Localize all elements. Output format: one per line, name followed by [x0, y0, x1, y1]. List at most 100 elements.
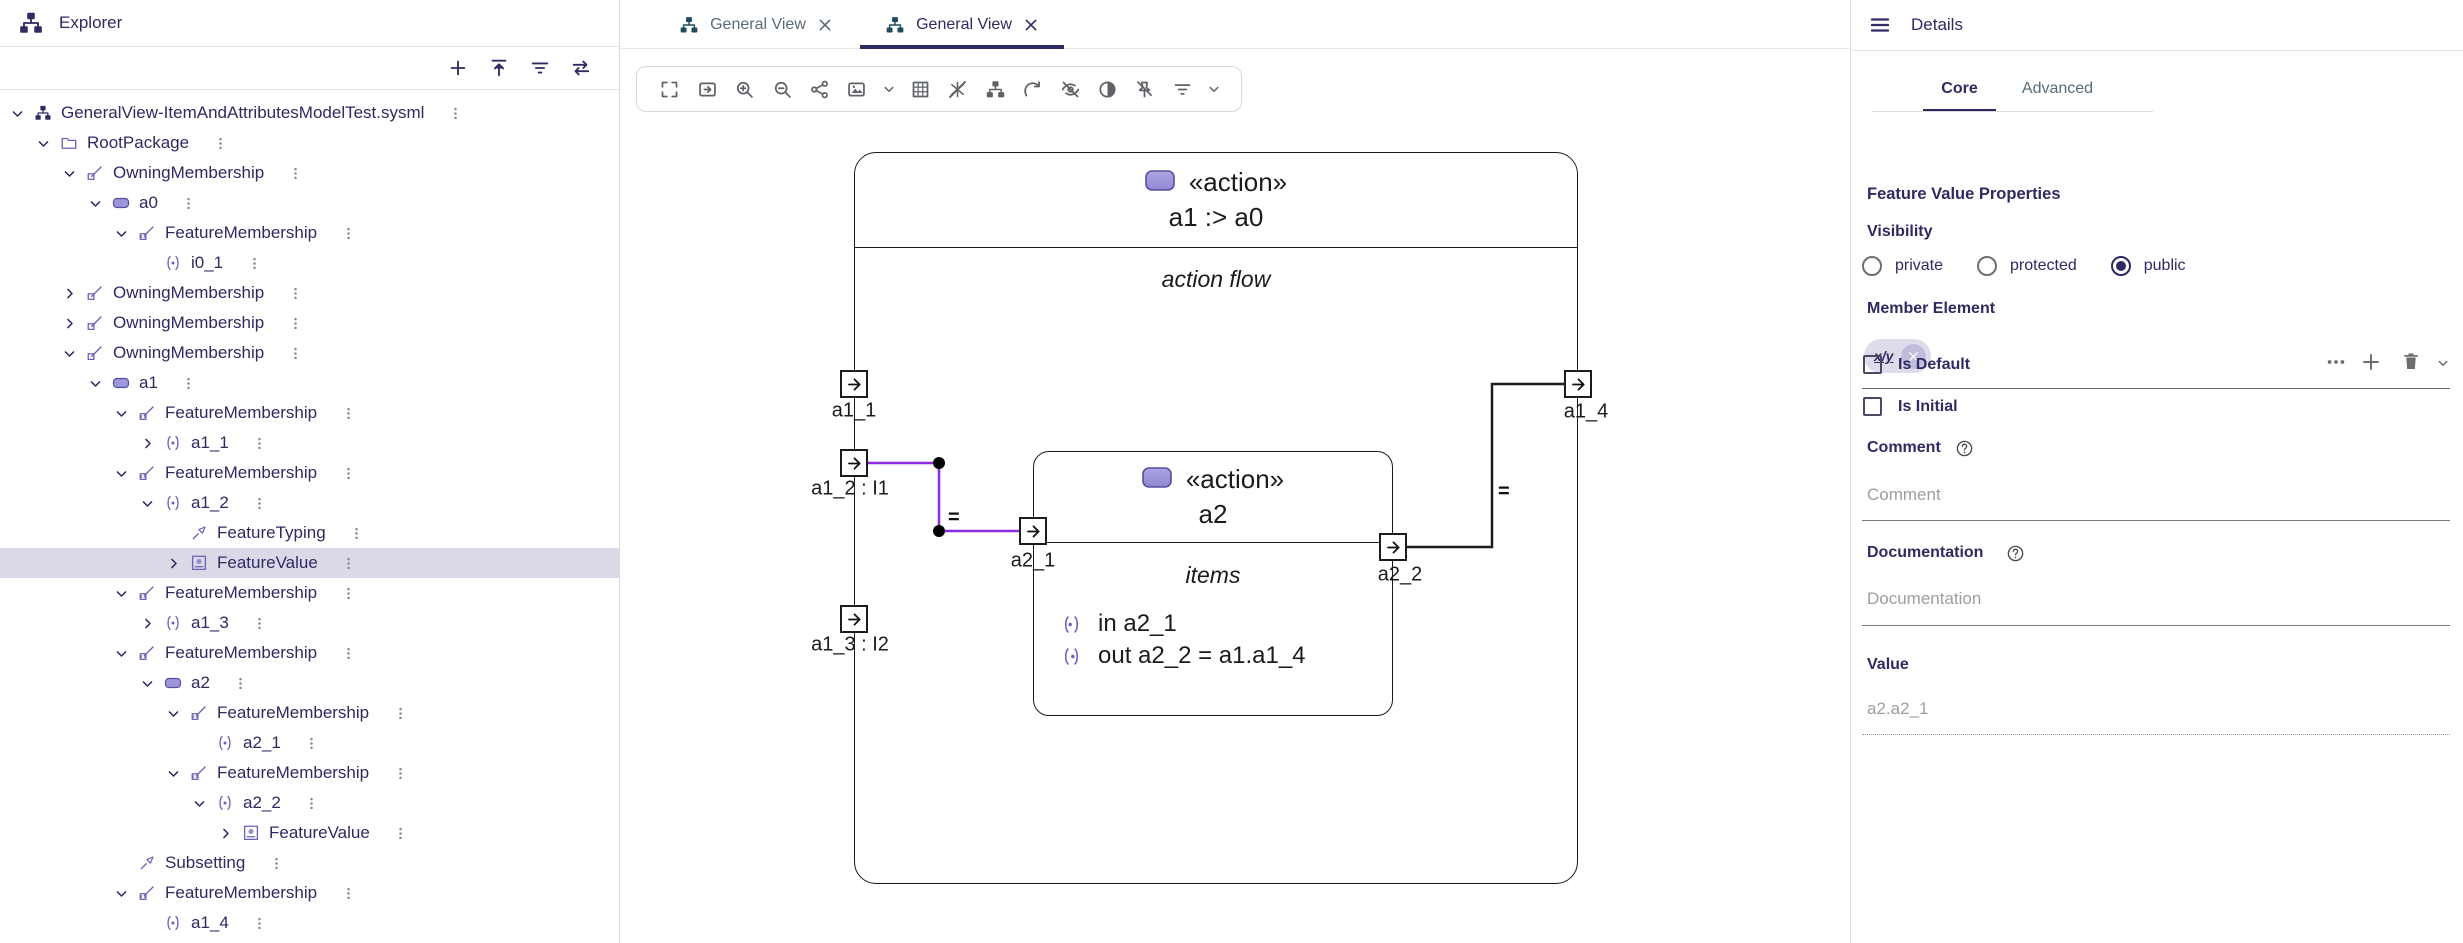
documentation-input[interactable]: Documentation	[1867, 589, 1981, 609]
item-menu-kebab-icon[interactable]	[339, 646, 357, 661]
tree-item-owningmembership[interactable]: OwningMembership	[0, 278, 619, 308]
port-a1_4[interactable]	[1564, 370, 1592, 398]
zoom-in-button[interactable]	[726, 69, 763, 109]
hide-elements-button[interactable]	[1051, 69, 1088, 109]
chevron-down-icon[interactable]	[108, 580, 134, 606]
port-a2_1[interactable]	[1019, 517, 1047, 545]
chevron-right-icon[interactable]	[56, 280, 82, 306]
chevron-down-icon[interactable]	[134, 490, 160, 516]
item-menu-kebab-icon[interactable]	[286, 286, 304, 301]
toggle-grid-button[interactable]	[902, 69, 939, 109]
action-node-a1-header[interactable]: «action» a1 :> a0	[855, 153, 1577, 248]
tree-item-owningmembership[interactable]: OwningMembership	[0, 338, 619, 368]
filter-elements-button[interactable]	[1164, 69, 1201, 109]
item-menu-kebab-icon[interactable]	[286, 346, 304, 361]
radio-public[interactable]	[2111, 256, 2131, 276]
item-menu-kebab-icon[interactable]	[339, 586, 357, 601]
value-input[interactable]: a2.a2_1	[1867, 699, 1928, 719]
chevron-down-icon[interactable]	[30, 130, 56, 156]
item-menu-kebab-icon[interactable]	[245, 256, 263, 271]
tree-item-featuremembership[interactable]: FeatureMembership	[0, 218, 619, 248]
port-a1_1[interactable]	[840, 370, 868, 398]
reroute-edge-button[interactable]	[1014, 69, 1051, 109]
comment-input[interactable]: Comment	[1867, 485, 1941, 505]
chevron-down-icon[interactable]	[186, 790, 212, 816]
item-menu-kebab-icon[interactable]	[391, 706, 409, 721]
tree-item-a1-4[interactable]: a1_4	[0, 908, 619, 938]
chevron-down-icon[interactable]	[56, 340, 82, 366]
tree-item-owningmembership[interactable]: OwningMembership	[0, 308, 619, 338]
diagram-canvas[interactable]: «action» a1 :> a0 action flow «action» a…	[621, 0, 1849, 943]
tree-item-a2-1[interactable]: a2_1	[0, 728, 619, 758]
chevron-down-icon[interactable]	[108, 220, 134, 246]
item-menu-kebab-icon[interactable]	[392, 826, 410, 841]
close-tab-icon[interactable]	[817, 17, 833, 33]
tree-item-featuremembership[interactable]: FeatureMembership	[0, 758, 619, 788]
chevron-down-icon[interactable]	[82, 370, 108, 396]
chevron-down-icon[interactable]	[108, 880, 134, 906]
port-a2_2[interactable]	[1379, 533, 1407, 561]
item-menu-kebab-icon[interactable]	[339, 466, 357, 481]
comment-help-icon[interactable]	[1955, 439, 1974, 458]
member-element-delete-button[interactable]	[2399, 349, 2423, 373]
chevron-right-icon[interactable]	[134, 430, 160, 456]
tree-item-i0-1[interactable]: i0_1	[0, 248, 619, 278]
chevron-down-icon[interactable]	[82, 190, 108, 216]
more-tools-caret[interactable]	[1201, 69, 1227, 109]
chevron-right-icon[interactable]	[160, 550, 186, 576]
item-menu-kebab-icon[interactable]	[303, 736, 321, 751]
chevron-right-icon[interactable]	[134, 610, 160, 636]
item-menu-kebab-icon[interactable]	[303, 796, 321, 811]
member-element-more-button[interactable]	[2325, 351, 2347, 373]
action-node-a2[interactable]: «action» a2 items in a2_1out a2_2 = a1.a…	[1033, 451, 1393, 716]
item-row[interactable]: out a2_2 = a1.a1_4	[1061, 642, 1306, 670]
item-menu-kebab-icon[interactable]	[339, 886, 357, 901]
chevron-right-icon[interactable]	[56, 310, 82, 336]
radio-protected[interactable]	[1977, 256, 1997, 276]
fit-to-screen-button[interactable]	[688, 69, 725, 109]
tree-item-a1[interactable]: a1	[0, 368, 619, 398]
export-menu-caret[interactable]	[876, 69, 902, 109]
tree-item-a1-2[interactable]: a1_2	[0, 488, 619, 518]
item-menu-kebab-icon[interactable]	[340, 556, 358, 571]
menu-icon[interactable]	[1868, 13, 1892, 37]
tree-item-featuremembership[interactable]: FeatureMembership	[0, 698, 619, 728]
item-menu-kebab-icon[interactable]	[391, 766, 409, 781]
tree-item-a0[interactable]: a0	[0, 188, 619, 218]
tree-item-featuremembership[interactable]: FeatureMembership	[0, 638, 619, 668]
item-menu-kebab-icon[interactable]	[232, 676, 250, 691]
item-menu-kebab-icon[interactable]	[339, 406, 357, 421]
checkbox-is-initial[interactable]	[1863, 397, 1882, 416]
arrange-all-button[interactable]	[976, 69, 1013, 109]
port-a1_3[interactable]	[840, 605, 868, 633]
item-menu-kebab-icon[interactable]	[286, 316, 304, 331]
details-tab-core[interactable]: Core	[1923, 65, 1996, 112]
member-element-caret[interactable]	[2434, 354, 2452, 372]
chevron-down-icon[interactable]	[160, 760, 186, 786]
tree-item-rootpackage[interactable]: RootPackage	[0, 128, 619, 158]
item-menu-kebab-icon[interactable]	[251, 916, 269, 931]
chevron-down-icon[interactable]	[108, 640, 134, 666]
member-element-add-button[interactable]	[2359, 350, 2383, 374]
port-a1_2[interactable]	[840, 449, 868, 477]
tree-item-featurevalue[interactable]: FeatureValue	[0, 548, 619, 578]
tree-item-featuretyping[interactable]: FeatureTyping	[0, 518, 619, 548]
documentation-help-icon[interactable]	[2006, 544, 2025, 563]
new-model-button[interactable]	[446, 56, 470, 80]
action-node-a2-header[interactable]: «action» a2	[1034, 452, 1392, 543]
item-menu-kebab-icon[interactable]	[180, 196, 198, 211]
snap-to-grid-button[interactable]	[939, 69, 976, 109]
upload-model-button[interactable]	[487, 56, 511, 80]
chevron-down-icon[interactable]	[4, 100, 30, 126]
item-menu-kebab-icon[interactable]	[339, 226, 357, 241]
tree-item-featuremembership[interactable]: FeatureMembership	[0, 398, 619, 428]
item-menu-kebab-icon[interactable]	[211, 136, 229, 151]
chevron-down-icon[interactable]	[160, 700, 186, 726]
synchronize-selection-button[interactable]	[569, 56, 593, 80]
item-menu-kebab-icon[interactable]	[446, 106, 464, 121]
tree-item-featuremembership[interactable]: FeatureMembership	[0, 578, 619, 608]
details-tab-advanced[interactable]: Advanced	[1996, 65, 2119, 112]
tree-item-a2-2[interactable]: a2_2	[0, 788, 619, 818]
filter-tree-button[interactable]	[528, 56, 552, 80]
export-image-button[interactable]	[838, 69, 875, 109]
